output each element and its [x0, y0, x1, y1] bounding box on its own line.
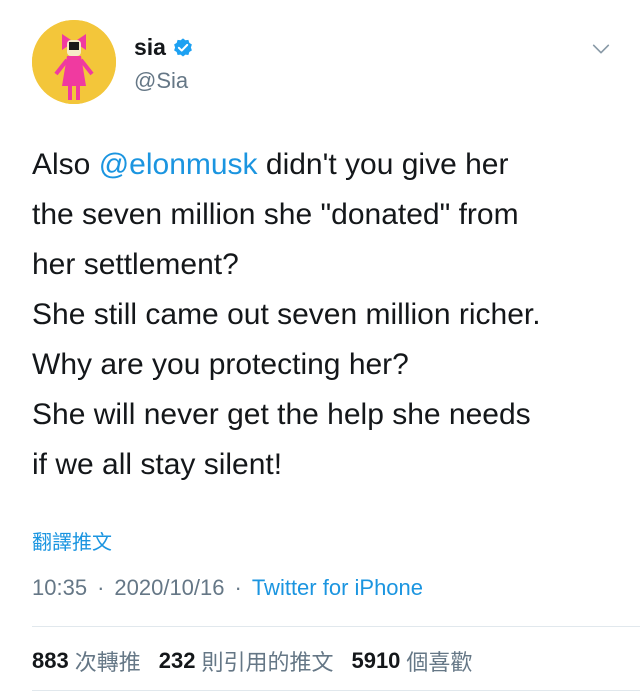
retweets-stat[interactable]: 883 次轉推 — [32, 645, 141, 677]
tweet-text-segment: Also — [32, 148, 99, 181]
tweet-line-7: if we all stay silent! — [32, 448, 283, 481]
avatar[interactable] — [32, 20, 116, 104]
separator-dot: · — [97, 575, 105, 600]
tweet-meta: 10:35 · 2020/10/16 · Twitter for iPhone — [32, 575, 423, 601]
tweet-time[interactable]: 10:35 — [32, 575, 87, 601]
mention-link[interactable]: @elonmusk — [99, 148, 258, 181]
tweet-line-1: Also @elonmusk didn't you give her — [32, 140, 622, 190]
divider — [32, 626, 640, 627]
avatar-figure-image — [32, 20, 116, 104]
tweet-line-4: She still came out seven million richer. — [32, 298, 541, 331]
tweet-stats: 883 次轉推 232 則引用的推文 5910 個喜歡 — [32, 645, 490, 677]
likes-label: 個喜歡 — [406, 650, 473, 675]
tweet-header: sia @Sia — [32, 20, 622, 110]
likes-count: 5910 — [351, 648, 401, 673]
display-name[interactable]: sia — [134, 34, 166, 61]
name-row[interactable]: sia — [134, 34, 194, 61]
retweets-label: 次轉推 — [74, 650, 141, 675]
quotes-stat[interactable]: 232 則引用的推文 — [159, 645, 334, 677]
quotes-count: 232 — [158, 648, 196, 673]
tweet-line-6: She will never get the help she needs — [32, 398, 531, 431]
user-handle[interactable]: @Sia — [134, 68, 188, 94]
tweet-line-3: her settlement? — [32, 248, 239, 281]
verified-badge-icon — [174, 37, 192, 57]
divider — [32, 690, 640, 691]
tweet-date[interactable]: 2020/10/16 — [114, 575, 224, 601]
tweet-body: Also @elonmusk didn't you give her the s… — [32, 140, 622, 490]
chevron-down-icon[interactable] — [590, 38, 612, 60]
tweet-source-link[interactable]: Twitter for iPhone — [252, 575, 423, 601]
tweet-text-segment: didn't you give her — [257, 148, 509, 181]
translate-tweet-link[interactable]: 翻譯推文 — [32, 526, 112, 555]
tweet-line-5: Why are you protecting her? — [32, 348, 409, 381]
likes-stat[interactable]: 5910 個喜歡 — [351, 645, 472, 677]
separator-dot: · — [234, 575, 242, 600]
quotes-label: 則引用的推文 — [201, 650, 334, 675]
tweet-line-2: the seven million she "donated" from — [32, 198, 519, 231]
retweets-count: 883 — [32, 648, 69, 673]
